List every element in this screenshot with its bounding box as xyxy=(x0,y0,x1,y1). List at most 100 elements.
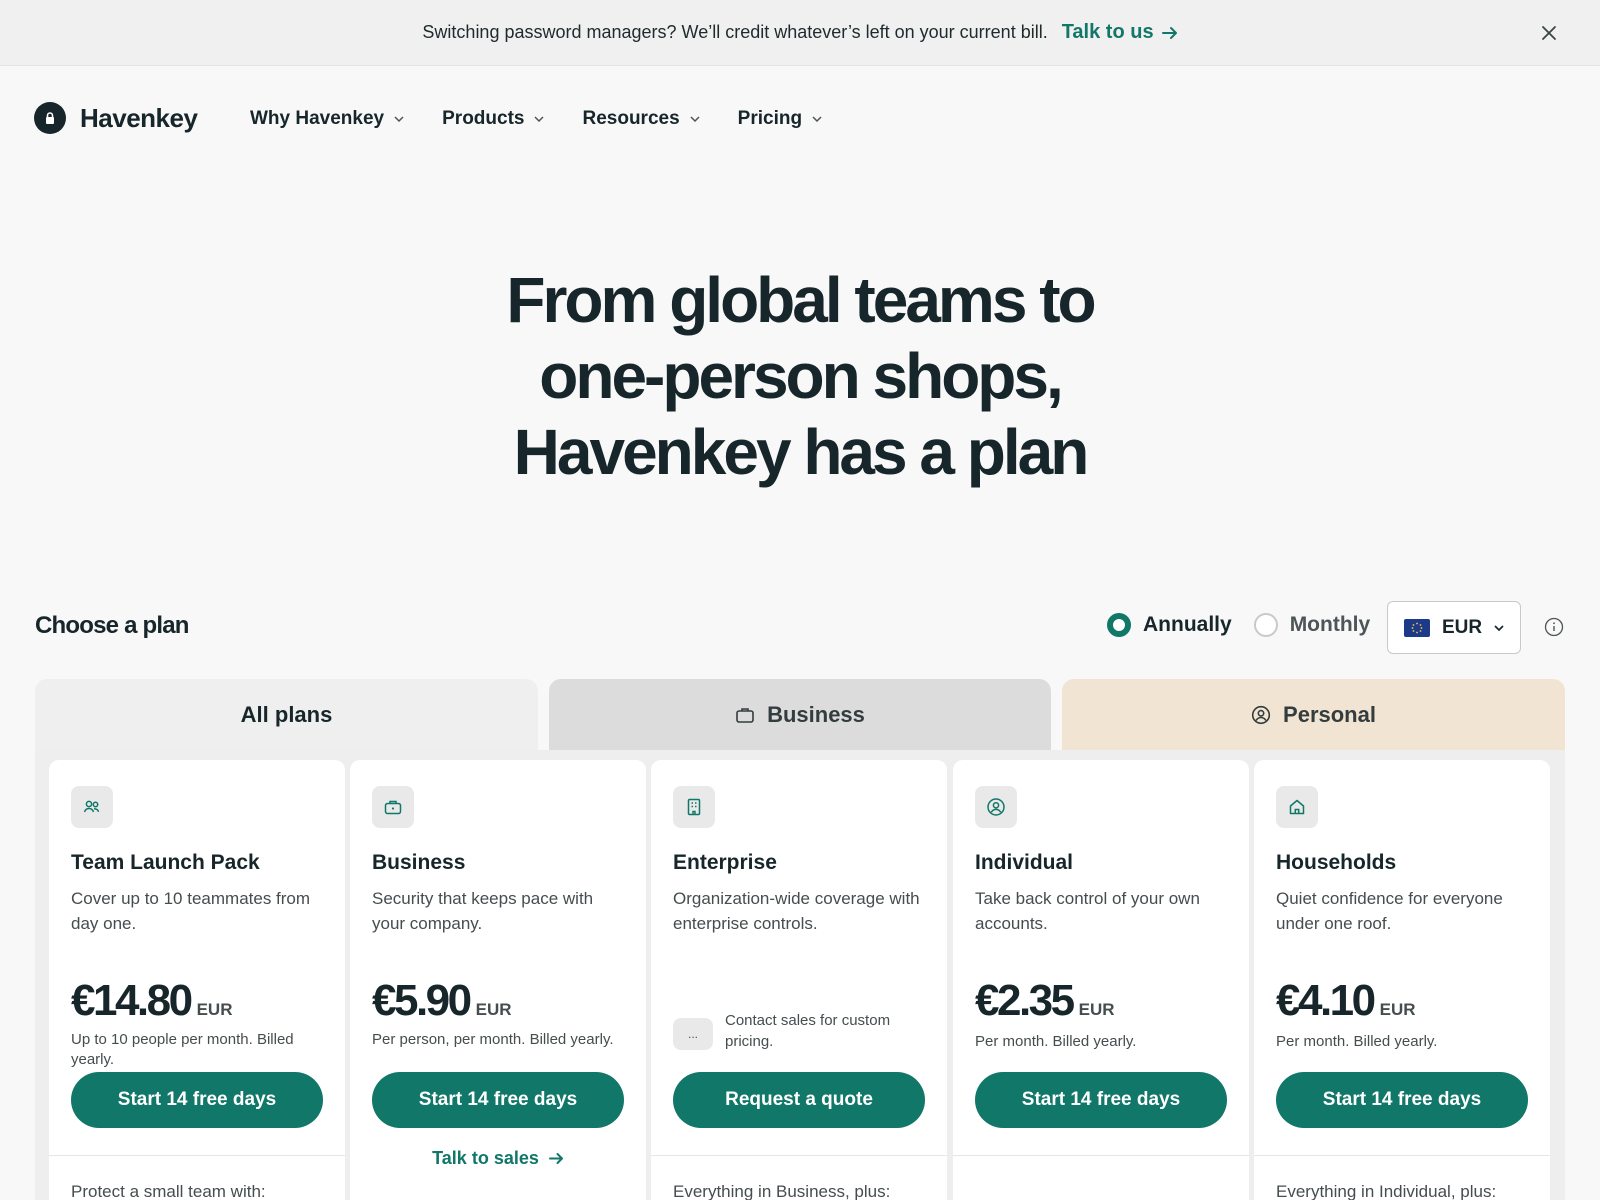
plan-name: Business xyxy=(372,851,466,874)
start-trial-button[interactable]: Start 14 free days xyxy=(975,1072,1227,1128)
price-note: Up to 10 people per month. Billed yearly… xyxy=(71,1031,294,1068)
chevron-down-icon xyxy=(1494,624,1504,631)
chevron-down-icon xyxy=(534,116,545,122)
announcement-message: Switching password managers? We’ll credi… xyxy=(422,22,1048,42)
start-trial-button[interactable]: Start 14 free days xyxy=(71,1072,323,1128)
talk-to-us-label: Talk to us xyxy=(1061,21,1154,43)
lock-icon xyxy=(34,102,66,134)
eu-flag-icon xyxy=(1404,618,1430,637)
nav-item-label: Pricing xyxy=(737,108,803,129)
hero-heading: From global teams to one-person shops, H… xyxy=(400,262,1200,490)
plan-price: €5.90 EUR xyxy=(372,976,512,1026)
plan-name: Households xyxy=(1276,851,1397,874)
plan-price: €2.35 EUR xyxy=(975,976,1115,1026)
price-amount: €2.35 xyxy=(975,976,1075,1025)
plan-description: Organization-wide coverage with enterpri… xyxy=(673,889,920,933)
plan-features-heading: Everything in Business, plus: xyxy=(673,1182,891,1200)
tab-label: Personal xyxy=(1283,701,1376,727)
main-nav: Why Havenkey Products Resources Pricing xyxy=(250,104,860,134)
talk-to-sales-link[interactable]: Talk to sales xyxy=(372,1148,624,1169)
billing-annually-radio[interactable]: Annually xyxy=(1107,613,1232,637)
plan-features-heading: Everything in Individual, plus: xyxy=(1276,1182,1497,1200)
tab-business[interactable]: Business xyxy=(549,679,1051,750)
price-currency: EUR xyxy=(475,1000,512,1019)
chevron-down-icon xyxy=(394,116,404,122)
price-amount: €14.80 xyxy=(71,976,193,1025)
tab-all-plans[interactable]: All plans xyxy=(35,679,538,750)
hero-line: From global teams to xyxy=(506,264,1096,336)
plan-description: Security that keeps pace with your compa… xyxy=(372,889,594,933)
plan-description: Cover up to 10 teammates from day one. xyxy=(71,889,311,933)
nav-item-label: Resources xyxy=(582,108,680,129)
tab-label: Business xyxy=(767,701,865,727)
card-divider xyxy=(1254,1155,1550,1156)
choose-plan-title: Choose a plan xyxy=(35,612,189,639)
brand-name: Havenkey xyxy=(80,102,198,133)
start-trial-button[interactable]: Start 14 free days xyxy=(372,1072,624,1128)
price-amount: €4.10 xyxy=(1276,976,1376,1025)
price-currency: EUR xyxy=(196,1000,233,1019)
card-divider xyxy=(953,1155,1249,1156)
info-icon[interactable] xyxy=(1544,617,1564,637)
tab-personal[interactable]: Personal xyxy=(1062,679,1565,750)
plan-name: Individual xyxy=(975,851,1074,874)
billing-monthly-radio[interactable]: Monthly xyxy=(1253,613,1371,637)
briefcase-icon xyxy=(735,706,755,724)
request-quote-button[interactable]: Request a quote xyxy=(673,1072,925,1128)
user-circle-icon xyxy=(975,786,1017,828)
briefcase-icon xyxy=(372,786,414,828)
currency-value: EUR xyxy=(1442,616,1483,638)
hero-line: Havenkey has a plan xyxy=(513,416,1090,488)
users-icon xyxy=(71,786,113,828)
nav-item-resources[interactable]: Resources xyxy=(582,104,700,134)
start-trial-button[interactable]: Start 14 free days xyxy=(1276,1072,1528,1128)
plan-description: Quiet confidence for everyone under one … xyxy=(1276,889,1503,933)
hero-line: one-person shops, xyxy=(539,340,1064,412)
chevron-down-icon xyxy=(690,116,700,122)
plan-card-households: Households Quiet confidence for everyone… xyxy=(1254,760,1550,1200)
chevron-down-icon xyxy=(812,116,822,122)
talk-to-us-link[interactable]: Talk to us xyxy=(1062,21,1178,44)
currency-select[interactable]: EUR xyxy=(1387,601,1521,654)
plan-price: €14.80 EUR xyxy=(71,976,232,1026)
nav-item-products[interactable]: Products xyxy=(442,104,545,134)
billing-option-label: Monthly xyxy=(1289,613,1371,636)
card-divider xyxy=(651,1155,947,1156)
user-circle-icon xyxy=(1251,705,1271,725)
price-note: Per month. Billed yearly. xyxy=(975,1033,1137,1050)
talk-to-sales-label: Talk to sales xyxy=(432,1148,539,1168)
price-currency: EUR xyxy=(1078,1000,1115,1019)
plan-card-individual: Individual Take back control of your own… xyxy=(953,760,1249,1200)
plan-card-team-launch-pack: Team Launch Pack Cover up to 10 teammate… xyxy=(49,760,345,1200)
plan-card-business: Business Security that keeps pace with y… xyxy=(350,760,646,1200)
nav-item-label: Why Havenkey xyxy=(250,108,385,129)
tab-label: All plans xyxy=(240,701,333,727)
billing-option-label: Annually xyxy=(1143,613,1232,636)
close-icon[interactable] xyxy=(1538,22,1560,44)
price-amount: €5.90 xyxy=(372,976,472,1025)
custom-pricing-note: ... Contact sales for custom pricing. xyxy=(673,1010,915,1052)
arrow-right-icon xyxy=(548,1152,564,1165)
radio-selected-icon xyxy=(1107,613,1131,637)
plan-card-enterprise: Enterprise Organization-wide coverage wi… xyxy=(651,760,947,1200)
chat-bubble-icon: ... xyxy=(673,1018,713,1050)
plan-description: Take back control of your own accounts. xyxy=(975,889,1200,933)
nav-item-label: Products xyxy=(442,108,525,129)
nav-item-pricing[interactable]: Pricing xyxy=(738,104,822,134)
price-note: Per month. Billed yearly. xyxy=(1276,1033,1438,1050)
nav-item-why-havenkey[interactable]: Why Havenkey xyxy=(250,104,404,134)
arrow-right-icon xyxy=(1161,26,1178,40)
card-divider xyxy=(49,1155,345,1156)
billing-period-toggle: Annually Monthly xyxy=(1107,613,1392,637)
contact-note: Contact sales for custom pricing. xyxy=(725,1012,891,1050)
plan-price: €4.10 EUR xyxy=(1276,976,1416,1026)
building-icon xyxy=(673,786,715,828)
price-currency: EUR xyxy=(1379,1000,1416,1019)
plan-name: Enterprise xyxy=(673,851,777,874)
announcement-bar: Switching password managers? We’ll credi… xyxy=(0,0,1600,66)
radio-unselected-icon xyxy=(1253,613,1278,637)
plan-features-heading: Protect a small team with: xyxy=(71,1182,266,1200)
brand-logo[interactable]: Havenkey xyxy=(34,102,198,134)
plan-name: Team Launch Pack xyxy=(71,851,260,874)
price-note: Per person, per month. Billed yearly. xyxy=(372,1031,614,1048)
